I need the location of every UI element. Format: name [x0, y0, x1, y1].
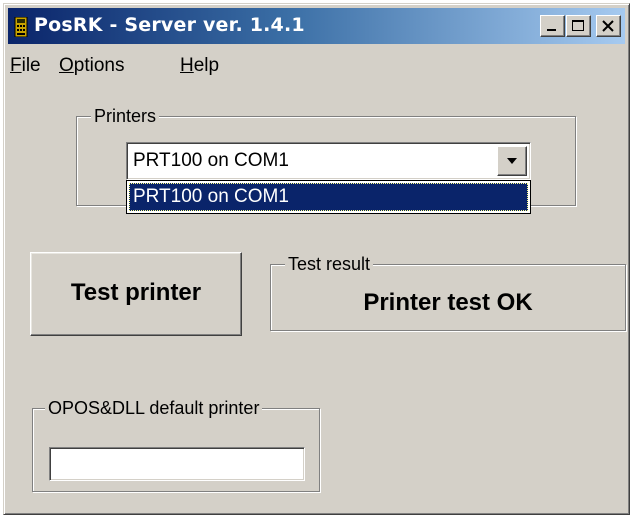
test-result-group-label: Test result	[285, 254, 374, 274]
opos-default-printer-field[interactable]	[49, 447, 305, 481]
printer-select-dropdown-button[interactable]	[497, 146, 527, 176]
printer-option-label: PRT100 on COM1	[133, 186, 289, 207]
main-window: PosRK - Server ver. 1.4.1 File Options H…	[3, 3, 630, 515]
test-printer-button[interactable]: Test printer	[30, 252, 242, 336]
menu-help-label: elp	[193, 55, 220, 76]
menu-options[interactable]: Options	[59, 55, 124, 77]
menu-help[interactable]: Help	[180, 55, 219, 77]
maximize-button[interactable]	[566, 15, 591, 37]
title-bar[interactable]: PosRK - Server ver. 1.4.1	[8, 8, 625, 44]
menu-options-label: ptions	[73, 55, 125, 76]
window-title: PosRK - Server ver. 1.4.1	[34, 14, 305, 36]
test-printer-button-label: Test printer	[70, 279, 202, 306]
opos-default-printer-group: OPOS&DLL default printer	[32, 398, 320, 492]
pos-terminal-icon	[14, 16, 28, 38]
printer-select[interactable]: PRT100 on COM1	[126, 142, 531, 180]
menu-file-accel: F	[10, 55, 22, 76]
test-result-group: Test result Printer test OK	[270, 254, 626, 331]
menu-bar: File Options Help	[8, 49, 625, 79]
printer-select-value: PRT100 on COM1	[133, 150, 289, 171]
test-result-value: Printer test OK	[363, 289, 533, 316]
menu-file-label: ile	[21, 55, 41, 76]
minimize-button[interactable]	[540, 15, 565, 37]
printers-group-label: Printers	[91, 106, 160, 126]
printer-dropdown-list: PRT100 on COM1	[126, 180, 531, 214]
opos-default-printer-label: OPOS&DLL default printer	[45, 398, 263, 418]
menu-help-accel: H	[180, 55, 194, 76]
printer-option[interactable]: PRT100 on COM1	[129, 183, 528, 211]
menu-file[interactable]: File	[10, 55, 41, 77]
close-button[interactable]	[596, 15, 621, 37]
menu-options-accel: O	[59, 55, 74, 76]
